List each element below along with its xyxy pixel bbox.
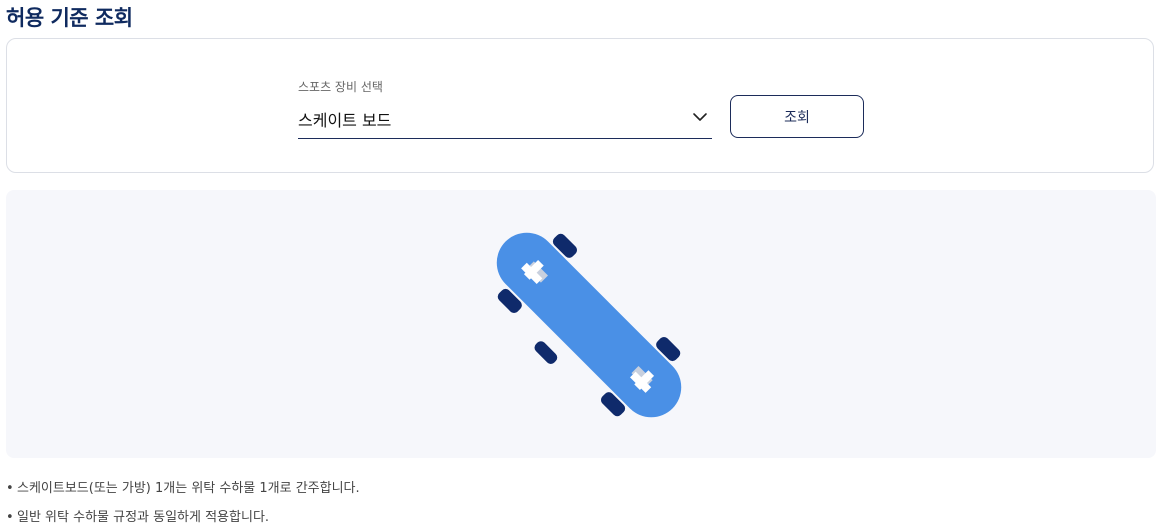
bullet-icon: •: [6, 481, 14, 496]
page-title: 허용 기준 조회: [6, 6, 133, 30]
search-panel: 스포츠 장비 선택 스케이트 보드 조회: [6, 38, 1154, 173]
equipment-select-value: 스케이트 보드: [298, 111, 392, 130]
note-text: 스케이트보드(또는 가방) 1개는 위탁 수하물 1개로 간주합니다.: [17, 481, 360, 496]
illustration-panel: [6, 190, 1156, 458]
equipment-select-label: 스포츠 장비 선택: [298, 80, 383, 94]
skateboard-icon: [496, 232, 682, 418]
list-item: • 스케이트보드(또는 가방) 1개는 위탁 수하물 1개로 간주합니다.: [6, 474, 360, 503]
wheel: [534, 341, 558, 364]
search-button[interactable]: 조회: [730, 95, 864, 138]
equipment-select[interactable]: 스케이트 보드: [298, 99, 712, 139]
skateboard-deck: [496, 232, 682, 418]
notes-list: • 스케이트보드(또는 가방) 1개는 위탁 수하물 1개로 간주합니다. • …: [6, 474, 360, 532]
note-text: 일반 위탁 수하물 규정과 동일하게 적용합니다.: [17, 510, 270, 525]
chevron-down-icon: [693, 113, 707, 121]
